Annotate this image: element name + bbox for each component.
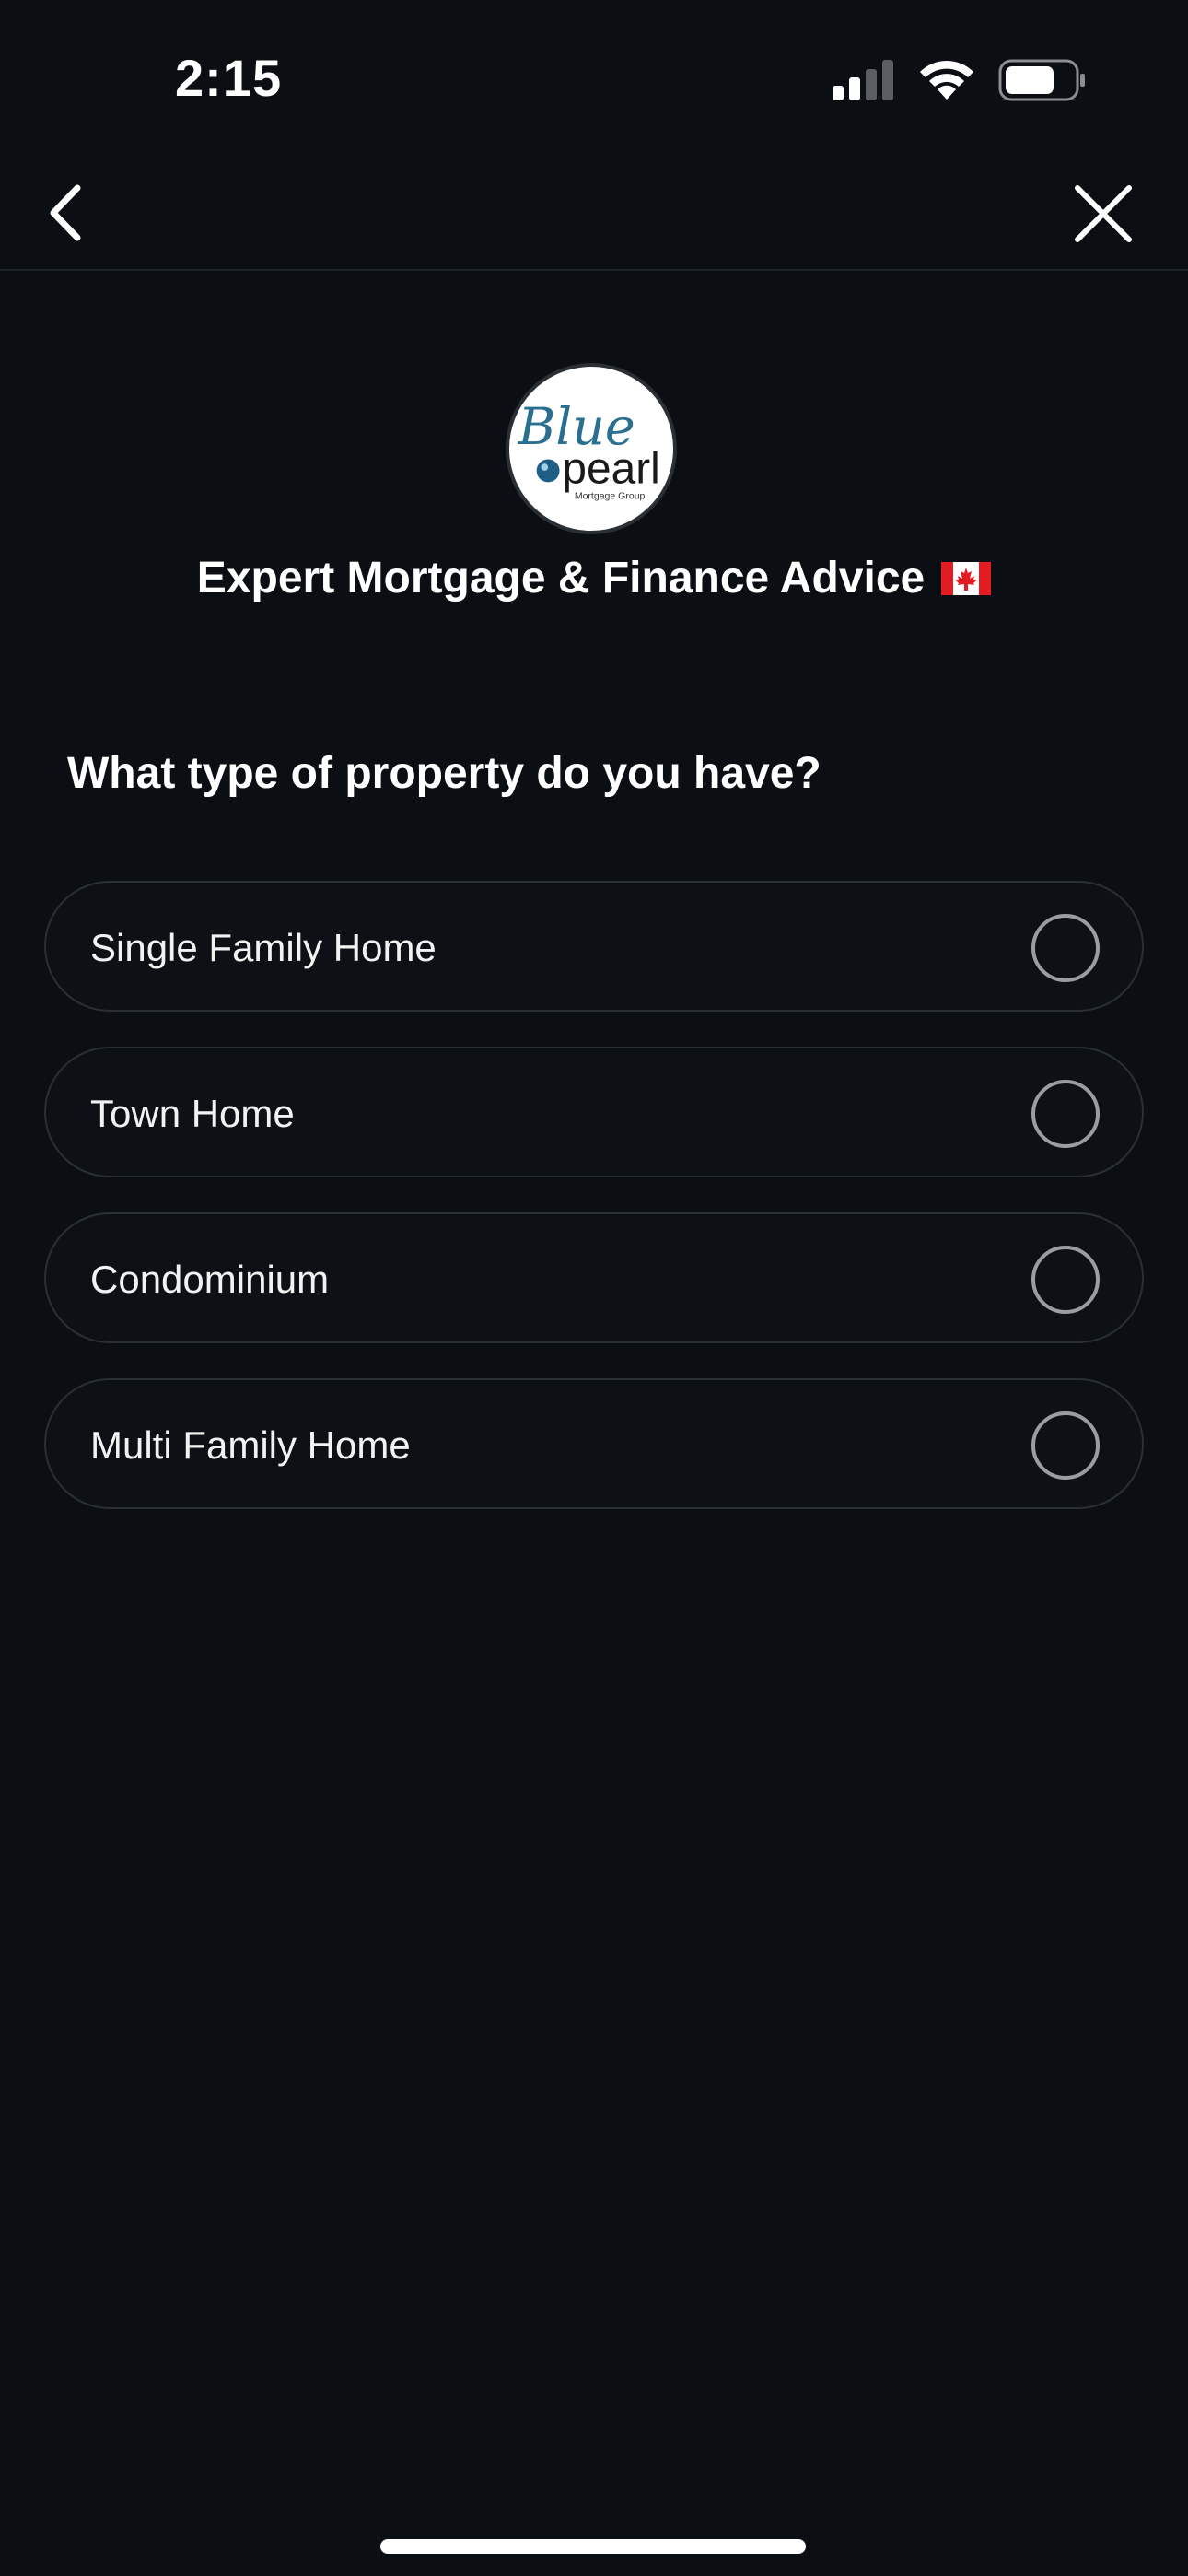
option-condominium[interactable]: Condominium — [44, 1212, 1144, 1343]
close-button[interactable] — [1061, 171, 1146, 256]
nav-bar — [0, 157, 1188, 271]
option-label: Multi Family Home — [90, 1423, 411, 1467]
option-multi-family-home[interactable]: Multi Family Home — [44, 1378, 1144, 1509]
brand-title-text: Expert Mortgage & Finance Advice — [196, 554, 926, 603]
signal-icon — [833, 60, 893, 100]
status-time: 2:15 — [175, 49, 283, 107]
radio-unchecked-icon[interactable] — [1031, 914, 1100, 982]
option-label: Single Family Home — [90, 926, 437, 969]
home-indicator[interactable] — [380, 2539, 806, 2554]
canada-flag-icon — [941, 561, 992, 595]
status-bar: 2:15 — [0, 0, 1188, 157]
company-logo: Blue pearl Mortgage Group — [506, 363, 677, 534]
svg-text:pearl: pearl — [562, 444, 659, 493]
radio-unchecked-icon[interactable] — [1031, 1246, 1100, 1314]
option-town-home[interactable]: Town Home — [44, 1047, 1144, 1177]
chevron-left-icon — [50, 184, 81, 241]
option-single-family-home[interactable]: Single Family Home — [44, 881, 1144, 1012]
close-icon — [1075, 185, 1132, 242]
app-screen: 2:15 Blue pearl Mortgage Group Expert Mo… — [0, 0, 1188, 2576]
battery-icon — [998, 59, 1085, 101]
back-button[interactable] — [26, 173, 105, 252]
blue-pearl-logo-icon: Blue pearl Mortgage Group — [518, 397, 660, 502]
option-label: Town Home — [90, 1092, 295, 1135]
question-heading: What type of property do you have? — [67, 749, 821, 798]
brand-title: Expert Mortgage & Finance Advice — [0, 553, 1188, 603]
property-type-options: Single Family Home Town Home Condominium… — [44, 881, 1144, 1544]
wifi-icon — [920, 60, 973, 100]
option-label: Condominium — [90, 1258, 330, 1301]
svg-text:Mortgage Group: Mortgage Group — [575, 491, 646, 502]
status-icons — [833, 57, 1087, 103]
radio-unchecked-icon[interactable] — [1031, 1080, 1100, 1148]
radio-unchecked-icon[interactable] — [1031, 1411, 1100, 1480]
